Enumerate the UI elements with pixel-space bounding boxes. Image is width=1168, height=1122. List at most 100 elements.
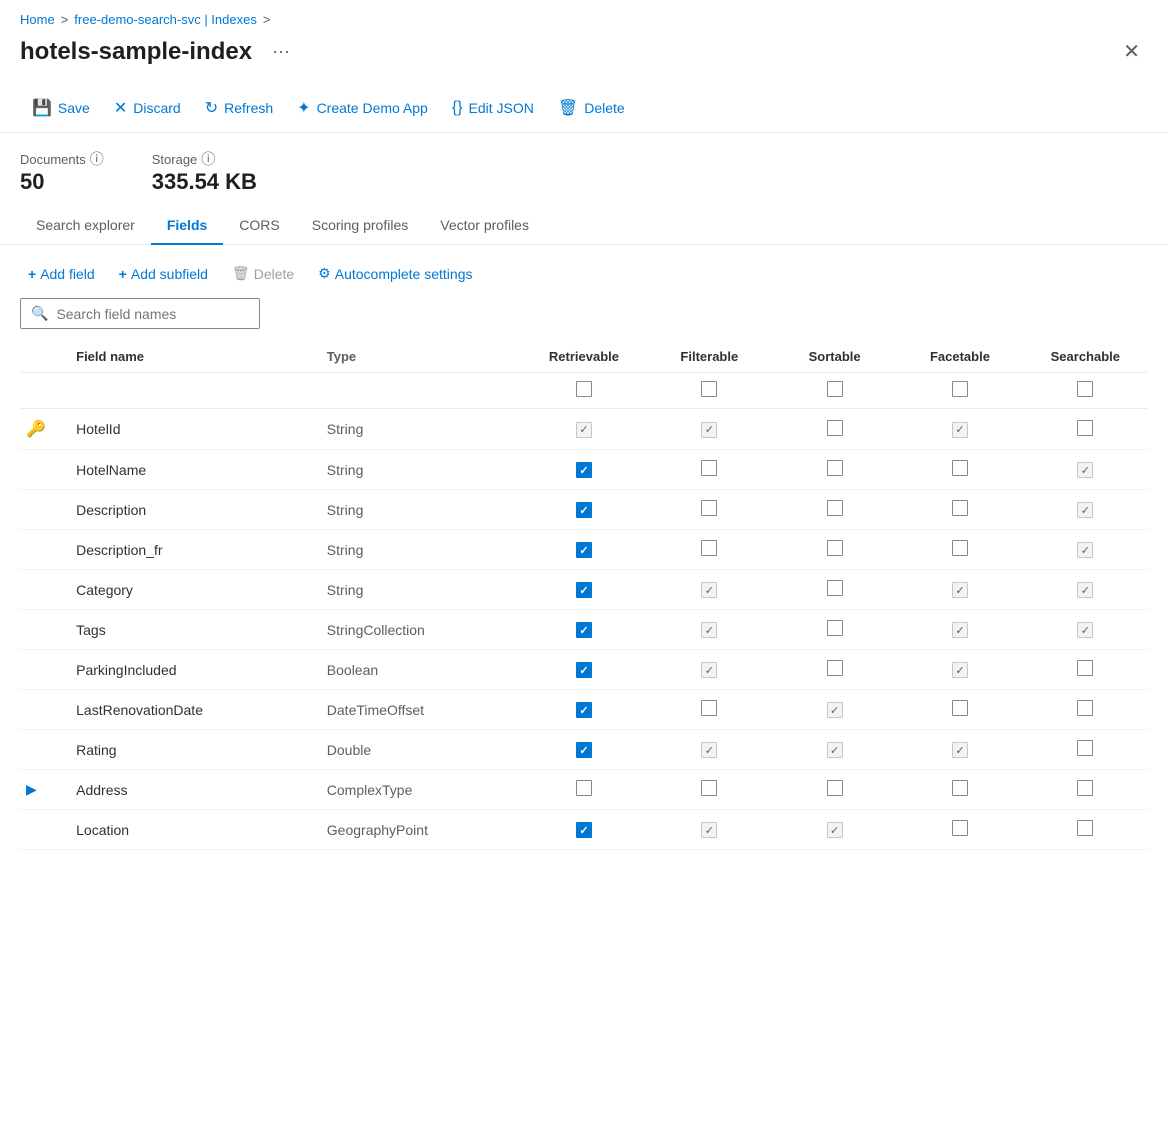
tab-cors[interactable]: CORS bbox=[223, 207, 295, 245]
tab-vector-profiles[interactable]: Vector profiles bbox=[424, 207, 545, 245]
cb-searchable-0[interactable] bbox=[1077, 420, 1093, 436]
cb-searchable-9[interactable] bbox=[1077, 780, 1093, 796]
cb-sortable-4[interactable] bbox=[827, 580, 843, 596]
cb-searchable-6[interactable] bbox=[1077, 660, 1093, 676]
cb-sortable-7[interactable] bbox=[827, 702, 843, 718]
cb-filterable-9[interactable] bbox=[701, 780, 717, 796]
cb-facetable-7[interactable] bbox=[952, 700, 968, 716]
breadcrumb-home[interactable]: Home bbox=[20, 12, 55, 27]
cb-searchable-8[interactable] bbox=[1077, 740, 1093, 756]
edit-json-button[interactable]: {} Edit JSON bbox=[440, 93, 546, 123]
cb-searchable-3[interactable] bbox=[1077, 542, 1093, 558]
edit-json-icon: {} bbox=[452, 99, 463, 117]
cb-filterable-10[interactable] bbox=[701, 822, 717, 838]
select-all-searchable[interactable] bbox=[1077, 381, 1093, 397]
cb-retrievable-5[interactable] bbox=[576, 622, 592, 638]
storage-info-icon[interactable]: ⓘ bbox=[201, 149, 215, 169]
cb-retrievable-10[interactable] bbox=[576, 822, 592, 838]
breadcrumb-sep2: > bbox=[263, 12, 271, 27]
delete-button[interactable]: 🗑 Delete bbox=[546, 92, 637, 124]
col-header-retrievable: Retrievable bbox=[521, 341, 646, 373]
documents-info-icon[interactable]: ⓘ bbox=[90, 149, 104, 169]
col-header-searchable: Searchable bbox=[1023, 341, 1148, 373]
cb-facetable-8[interactable] bbox=[952, 742, 968, 758]
select-all-sortable[interactable] bbox=[827, 381, 843, 397]
cb-sortable-1[interactable] bbox=[827, 460, 843, 476]
col-header-type: Type bbox=[321, 341, 522, 373]
cb-filterable-7[interactable] bbox=[701, 700, 717, 716]
cb-facetable-9[interactable] bbox=[952, 780, 968, 796]
cb-retrievable-1[interactable] bbox=[576, 462, 592, 478]
cb-sortable-6[interactable] bbox=[827, 660, 843, 676]
close-button[interactable]: ✕ bbox=[1115, 35, 1148, 68]
cb-facetable-6[interactable] bbox=[952, 662, 968, 678]
table-row: DescriptionString bbox=[20, 490, 1148, 530]
cb-retrievable-0[interactable] bbox=[576, 422, 592, 438]
cb-sortable-0[interactable] bbox=[827, 420, 843, 436]
refresh-button[interactable]: ↻ Refresh bbox=[193, 92, 285, 124]
tab-scoring-profiles[interactable]: Scoring profiles bbox=[296, 207, 425, 245]
page-title: hotels-sample-index bbox=[20, 38, 252, 66]
cb-searchable-7[interactable] bbox=[1077, 700, 1093, 716]
cb-sortable-3[interactable] bbox=[827, 540, 843, 556]
add-field-button[interactable]: + Add field bbox=[20, 262, 103, 286]
cb-facetable-5[interactable] bbox=[952, 622, 968, 638]
col-header-filterable: Filterable bbox=[647, 341, 772, 373]
tab-search-explorer[interactable]: Search explorer bbox=[20, 207, 151, 245]
select-all-retrievable[interactable] bbox=[576, 381, 592, 397]
cb-searchable-4[interactable] bbox=[1077, 582, 1093, 598]
cb-searchable-10[interactable] bbox=[1077, 820, 1093, 836]
cb-filterable-2[interactable] bbox=[701, 500, 717, 516]
select-all-facetable[interactable] bbox=[952, 381, 968, 397]
create-demo-app-button[interactable]: ✦ Create Demo App bbox=[285, 92, 440, 124]
save-icon: 💾 bbox=[32, 98, 52, 118]
cb-sortable-10[interactable] bbox=[827, 822, 843, 838]
cb-filterable-0[interactable] bbox=[701, 422, 717, 438]
cb-sortable-5[interactable] bbox=[827, 620, 843, 636]
delete-field-button[interactable]: 🗑 Delete bbox=[224, 261, 302, 286]
cb-filterable-3[interactable] bbox=[701, 540, 717, 556]
table-row: TagsStringCollection bbox=[20, 610, 1148, 650]
add-subfield-icon: + bbox=[119, 266, 127, 282]
cb-retrievable-9[interactable] bbox=[576, 780, 592, 796]
cb-filterable-4[interactable] bbox=[701, 582, 717, 598]
breadcrumb-service[interactable]: free-demo-search-svc | Indexes bbox=[74, 12, 257, 27]
cb-retrievable-2[interactable] bbox=[576, 502, 592, 518]
cb-sortable-9[interactable] bbox=[827, 780, 843, 796]
cb-searchable-1[interactable] bbox=[1077, 462, 1093, 478]
select-all-filterable[interactable] bbox=[701, 381, 717, 397]
breadcrumb: Home > free-demo-search-svc | Indexes > bbox=[20, 12, 1148, 27]
cb-sortable-8[interactable] bbox=[827, 742, 843, 758]
cb-filterable-1[interactable] bbox=[701, 460, 717, 476]
add-subfield-button[interactable]: + Add subfield bbox=[111, 262, 216, 286]
cb-retrievable-7[interactable] bbox=[576, 702, 592, 718]
cb-filterable-6[interactable] bbox=[701, 662, 717, 678]
cb-facetable-3[interactable] bbox=[952, 540, 968, 556]
expand-icon[interactable]: ▶ bbox=[26, 781, 37, 797]
refresh-icon: ↻ bbox=[205, 98, 218, 118]
search-input[interactable] bbox=[56, 306, 249, 322]
tab-fields[interactable]: Fields bbox=[151, 207, 223, 245]
discard-button[interactable]: ✕ Discard bbox=[102, 92, 193, 124]
save-button[interactable]: 💾 Save bbox=[20, 92, 102, 124]
cb-searchable-5[interactable] bbox=[1077, 622, 1093, 638]
cb-facetable-10[interactable] bbox=[952, 820, 968, 836]
cb-retrievable-8[interactable] bbox=[576, 742, 592, 758]
table-row: RatingDouble bbox=[20, 730, 1148, 770]
autocomplete-settings-button[interactable]: ⚙ Autocomplete settings bbox=[310, 261, 480, 286]
cb-facetable-2[interactable] bbox=[952, 500, 968, 516]
cb-facetable-0[interactable] bbox=[952, 422, 968, 438]
cb-filterable-8[interactable] bbox=[701, 742, 717, 758]
cb-facetable-1[interactable] bbox=[952, 460, 968, 476]
delete-icon: 🗑 bbox=[558, 98, 578, 118]
field-name-cell: Category bbox=[76, 582, 133, 598]
cb-sortable-2[interactable] bbox=[827, 500, 843, 516]
cb-searchable-2[interactable] bbox=[1077, 502, 1093, 518]
cb-facetable-4[interactable] bbox=[952, 582, 968, 598]
cb-retrievable-4[interactable] bbox=[576, 582, 592, 598]
cb-retrievable-3[interactable] bbox=[576, 542, 592, 558]
field-name-cell: Location bbox=[76, 822, 129, 838]
ellipsis-button[interactable]: ··· bbox=[264, 37, 298, 66]
cb-filterable-5[interactable] bbox=[701, 622, 717, 638]
cb-retrievable-6[interactable] bbox=[576, 662, 592, 678]
